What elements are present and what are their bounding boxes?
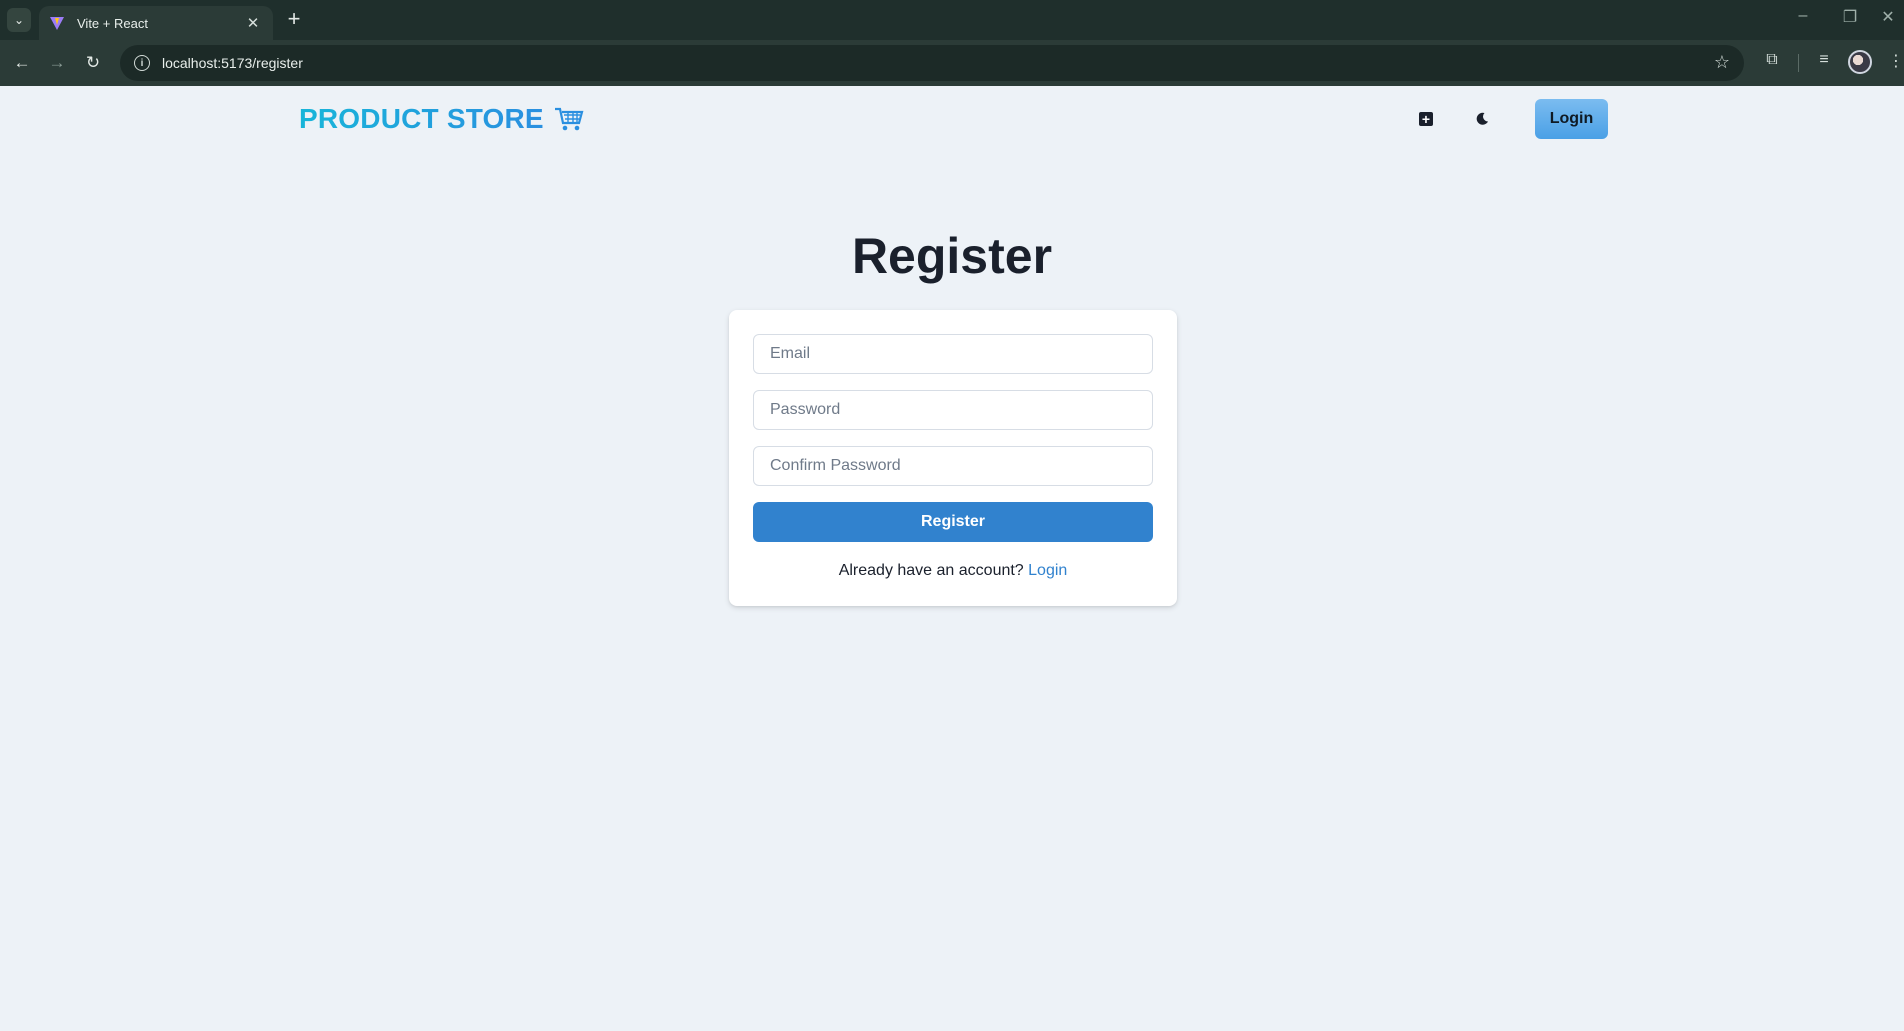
brand-title: PRODUCT STORE bbox=[299, 103, 544, 134]
bookmark-star-icon[interactable]: ☆ bbox=[1714, 52, 1730, 73]
forward-icon[interactable]: → bbox=[43, 49, 71, 77]
email-input[interactable] bbox=[753, 334, 1153, 374]
new-tab-button[interactable]: + bbox=[282, 7, 306, 31]
theme-toggle-button[interactable] bbox=[1462, 99, 1502, 139]
plus-square-icon: + bbox=[1419, 112, 1433, 126]
nav-actions: + Login bbox=[1390, 99, 1608, 139]
tab-title: Vite + React bbox=[77, 15, 148, 31]
window-close-icon[interactable]: ✕ bbox=[1876, 7, 1900, 27]
login-prompt: Already have an account? Login bbox=[753, 562, 1153, 580]
moon-icon bbox=[1476, 112, 1488, 125]
confirm-password-input[interactable] bbox=[753, 446, 1153, 486]
login-link[interactable]: Login bbox=[1028, 562, 1067, 579]
brand-link[interactable]: PRODUCT STORE bbox=[299, 103, 584, 135]
login-prompt-text: Already have an account? bbox=[838, 562, 1024, 579]
address-bar[interactable]: i localhost:5173/register ☆ bbox=[120, 45, 1744, 81]
site-info-icon[interactable]: i bbox=[134, 55, 150, 71]
login-button[interactable]: Login bbox=[1535, 99, 1608, 139]
browser-toolbar: ← → ↻ i localhost:5173/register ☆ ⧉ ≡ ⋮ bbox=[0, 40, 1904, 86]
minimize-icon[interactable]: – bbox=[1791, 7, 1815, 25]
url-text: localhost:5173/register bbox=[162, 55, 303, 71]
close-icon[interactable]: ✕ bbox=[243, 14, 263, 32]
toolbar-divider bbox=[1798, 54, 1799, 72]
vite-icon bbox=[50, 17, 64, 30]
browser-menu-icon[interactable]: ⋮ bbox=[1884, 51, 1904, 71]
tab-search-button[interactable]: ⌄ bbox=[7, 8, 31, 32]
shopping-cart-icon bbox=[554, 107, 584, 131]
profile-avatar[interactable] bbox=[1848, 50, 1872, 74]
browser-tab[interactable]: Vite + React ✕ bbox=[39, 6, 273, 40]
browser-tab-bar: ⌄ Vite + React ✕ + – ❐ ✕ bbox=[0, 0, 1904, 40]
password-input[interactable] bbox=[753, 390, 1153, 430]
navbar: PRODUCT STORE + Login bbox=[299, 86, 1608, 152]
reload-icon[interactable]: ↻ bbox=[79, 49, 107, 77]
back-icon[interactable]: ← bbox=[8, 49, 36, 77]
media-controls-icon[interactable]: ≡ bbox=[1812, 51, 1836, 69]
register-button[interactable]: Register bbox=[753, 502, 1153, 542]
create-product-button[interactable]: + bbox=[1406, 99, 1446, 139]
restore-icon[interactable]: ❐ bbox=[1838, 7, 1862, 27]
extensions-icon[interactable]: ⧉ bbox=[1760, 51, 1784, 69]
page: PRODUCT STORE + Login Register Regi bbox=[0, 86, 1904, 1031]
page-title: Register bbox=[851, 228, 1053, 284]
register-form-card: Register Already have an account? Login bbox=[729, 310, 1177, 606]
